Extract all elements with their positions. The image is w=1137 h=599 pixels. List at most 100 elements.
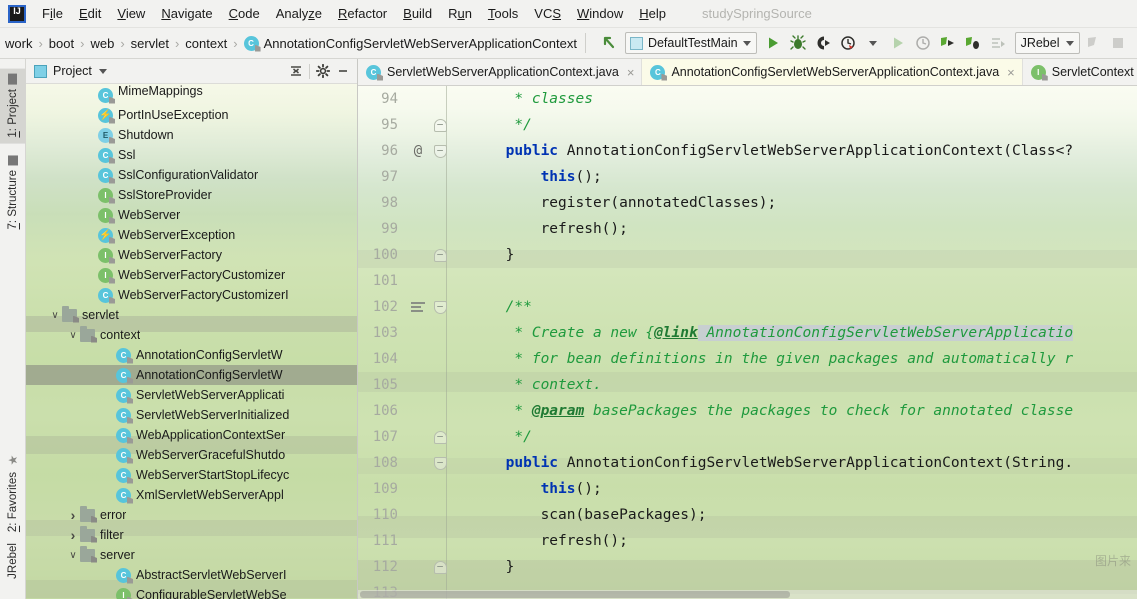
horizontal-scrollbar[interactable] (358, 590, 1137, 599)
folder-icon (80, 525, 95, 542)
menu-vcs[interactable]: VCS (526, 3, 569, 24)
tree-row[interactable]: C XmlServletWebServerAppl (26, 485, 357, 505)
tree-row[interactable]: E Shutdown (26, 125, 357, 145)
menu-window[interactable]: Window (569, 3, 631, 24)
tree-row[interactable]: C AbstractServletWebServerI (26, 565, 357, 585)
fold-end-icon[interactable]: − (432, 560, 448, 574)
tree-row[interactable]: I WebServerFactoryCustomizer (26, 265, 357, 285)
tree-row[interactable]: I SslStoreProvider (26, 185, 357, 205)
jrebel-selector[interactable]: JRebel (1014, 32, 1080, 54)
jrebel-debug-button[interactable] (961, 31, 985, 55)
editor-tab[interactable]: I ServletContext (1023, 59, 1137, 85)
chevron-right-icon[interactable]: › (66, 527, 80, 543)
menu-file[interactable]: File (34, 3, 71, 24)
tree-row[interactable]: I ConfigurableServletWebSe (26, 585, 357, 599)
tool-window-tab-project[interactable]: 1: Project (0, 69, 26, 144)
chevron-right-icon[interactable]: › (66, 507, 80, 523)
tree-row[interactable]: ⚡ WebServerException (26, 225, 357, 245)
breadcrumb-label: AnnotationConfigServletWebServerApplicat… (263, 35, 577, 51)
gear-icon[interactable] (313, 61, 333, 81)
fold-end-icon[interactable]: − (432, 430, 448, 444)
debug-button[interactable] (786, 31, 810, 55)
tool-window-tab-structure[interactable]: 7: Structure (0, 149, 26, 235)
breadcrumb-item-work[interactable]: work (2, 34, 35, 53)
jrebel-logo-icon[interactable] (1081, 31, 1105, 55)
close-icon[interactable]: × (1007, 66, 1015, 79)
menu-code[interactable]: Code (221, 3, 268, 24)
tree-row[interactable]: C WebApplicationContextSer (26, 425, 357, 445)
editor-tab[interactable]: C AnnotationConfigServletWebServerApplica… (642, 59, 1023, 85)
jrebel-run-button[interactable] (936, 31, 960, 55)
menu-edit[interactable]: Edit (71, 3, 109, 24)
menu-navigate[interactable]: Navigate (153, 3, 220, 24)
breadcrumb-item-servlet[interactable]: servlet (128, 34, 172, 53)
minimize-icon[interactable] (333, 61, 353, 81)
tree-row[interactable]: C ServletWebServerApplicati (26, 385, 357, 405)
tree-row[interactable]: ⚡ PortInUseException (26, 105, 357, 125)
code-line: 106 * @param basePackages the packages t… (358, 398, 1137, 424)
tree-row[interactable]: C WebServerStartStopLifecyc (26, 465, 357, 485)
menu-help[interactable]: Help (631, 3, 674, 24)
rerun-button[interactable] (886, 31, 910, 55)
menu-tools[interactable]: Tools (480, 3, 526, 24)
profile-button[interactable] (836, 31, 860, 55)
breadcrumb-item-context[interactable]: context (182, 34, 230, 53)
menu-run[interactable]: Run (440, 3, 480, 24)
menu-build[interactable]: Build (395, 3, 440, 24)
tree-row[interactable]: ∨ context (26, 325, 357, 345)
collapse-all-icon[interactable] (286, 61, 306, 81)
rerun-coverage-button[interactable] (911, 31, 935, 55)
tree-row[interactable]: C SslConfigurationValidator (26, 165, 357, 185)
breadcrumb-item-annotationconfigservletw[interactable]: C AnnotationConfigServletWebServerApplica… (241, 34, 580, 53)
profile-dropdown-button[interactable] (861, 31, 885, 55)
tree-row[interactable]: C WebServerGracefulShutdo (26, 445, 357, 465)
fold-start-icon[interactable]: − (432, 300, 448, 314)
tool-window-tab-favorites[interactable]: 2: Favorites ★ (0, 447, 26, 538)
menu-refactor[interactable]: Refactor (330, 3, 395, 24)
code-text: public AnnotationConfigServletWebServerA… (448, 455, 1137, 471)
class-icon: C (98, 287, 113, 303)
fold-end-icon[interactable]: − (432, 248, 448, 262)
tree-row[interactable]: C ServletWebServerInitialized (26, 405, 357, 425)
menu-analyze[interactable]: Analyze (268, 3, 330, 24)
tree-row[interactable]: I WebServer (26, 205, 357, 225)
class-icon: C (98, 147, 113, 163)
fold-end-icon[interactable]: − (432, 118, 448, 132)
tree-row[interactable]: ∨ server (26, 545, 357, 565)
project-tree-container[interactable]: C MimeMappings ⚡ PortInUseException E Shutdow… (26, 84, 357, 599)
scrollbar-thumb[interactable] (360, 591, 790, 598)
run-button[interactable] (761, 31, 785, 55)
breadcrumb-item-web[interactable]: web (87, 34, 117, 53)
chevron-down-icon[interactable]: ∨ (48, 310, 62, 321)
menu-view[interactable]: View (109, 3, 153, 24)
tree-row[interactable]: I WebServerFactory (26, 245, 357, 265)
code-editor[interactable]: 94 * classes 95− */96 @ − public Annotation… (358, 86, 1137, 599)
editor-tab[interactable]: C ServletWebServerApplicationContext.java… (358, 59, 643, 85)
tree-row[interactable]: C Ssl (26, 145, 357, 165)
stop-button[interactable] (1106, 31, 1130, 55)
close-icon[interactable]: × (627, 66, 635, 79)
tree-row[interactable]: › filter (26, 525, 357, 545)
tree-row[interactable]: C WebServerFactoryCustomizerI (26, 285, 357, 305)
tree-row[interactable]: C AnnotationConfigServletW (26, 345, 357, 365)
chevron-down-icon[interactable]: ∨ (66, 550, 80, 561)
javadoc-gutter-icon[interactable] (404, 301, 432, 313)
breadcrumb-item-boot[interactable]: boot (46, 34, 77, 53)
run-configuration-selector[interactable]: DefaultTestMain (624, 32, 757, 54)
tree-row[interactable]: › error (26, 505, 357, 525)
tool-window-tab-jrebel[interactable]: JRebel (0, 537, 26, 585)
run-dashboard-button[interactable] (986, 31, 1010, 55)
run-with-coverage-button[interactable] (811, 31, 835, 55)
annotation-gutter-icon[interactable]: @ (404, 143, 432, 159)
fold-start-icon[interactable]: − (432, 456, 448, 470)
code-text: * Create a new {@link AnnotationConfigSe… (448, 325, 1137, 341)
tool-window-tab-label: 7: Structure (7, 170, 19, 230)
fold-start-icon[interactable]: − (432, 144, 448, 158)
arrow-up-left-icon[interactable] (597, 31, 621, 55)
code-line: 111 refresh(); (358, 528, 1137, 554)
tree-row[interactable]: C AnnotationConfigServletW (26, 365, 357, 385)
chevron-down-icon[interactable] (98, 68, 107, 74)
tree-row[interactable]: ∨ servlet (26, 305, 357, 325)
tree-row[interactable]: C MimeMappings (26, 84, 357, 105)
chevron-down-icon[interactable]: ∨ (66, 330, 80, 341)
